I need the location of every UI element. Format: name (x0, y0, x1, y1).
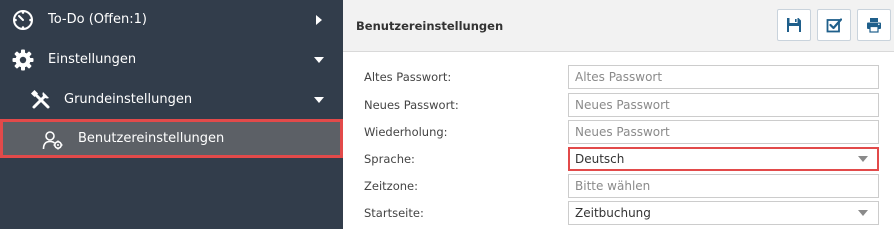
sidebar-item-settings[interactable]: Einstellungen (0, 40, 343, 80)
save-button[interactable] (777, 9, 811, 41)
sidebar-item-grundeinstellungen[interactable]: Grundeinstellungen (0, 80, 343, 120)
timezone-label: Zeitzone: (364, 179, 418, 193)
repeat-password-input[interactable] (568, 120, 879, 144)
confirm-button[interactable] (817, 9, 851, 41)
sidebar-item-label: Einstellungen (48, 52, 137, 67)
sidebar-item-label: Benutzereinstellungen (78, 131, 225, 146)
form-row-start-page: Startseite: Zeitbuchung (343, 199, 894, 227)
form-row-new-password: Neues Passwort: (343, 91, 894, 119)
checkbox-icon (826, 18, 842, 33)
sidebar: To-Do (Offen:1) Einstellungen Grundeinst… (0, 0, 343, 229)
caret-down-icon (314, 57, 324, 63)
panel-header: Benutzereinstellungen (343, 0, 894, 52)
language-label: Sprache: (364, 152, 415, 166)
sidebar-item-benutzereinstellungen[interactable]: Benutzereinstellungen (0, 119, 343, 158)
start-page-select[interactable]: Zeitbuchung (568, 201, 879, 225)
sidebar-item-label: To-Do (Offen:1) (48, 12, 147, 27)
new-password-label: Neues Passwort: (364, 98, 459, 112)
timezone-input[interactable] (568, 174, 879, 198)
chevron-down-icon (858, 156, 868, 162)
save-icon (787, 18, 801, 32)
caret-right-icon (316, 15, 322, 25)
sidebar-item-label: Grundeinstellungen (64, 92, 193, 107)
sidebar-item-todo[interactable]: To-Do (Offen:1) (0, 0, 343, 40)
user-settings-icon (42, 131, 63, 150)
new-password-input[interactable] (568, 93, 879, 117)
gear-icon (12, 49, 34, 71)
old-password-label: Altes Passwort: (364, 70, 452, 84)
print-icon (867, 18, 881, 33)
form-row-timezone: Zeitzone: (343, 172, 894, 200)
start-page-label: Startseite: (364, 206, 424, 220)
form-row-repeat-password: Wiederholung: (343, 118, 894, 146)
language-value: Deutsch (575, 152, 625, 166)
form-row-language: Sprache: Deutsch (343, 145, 894, 173)
repeat-password-label: Wiederholung: (364, 125, 448, 139)
language-select[interactable]: Deutsch (568, 147, 879, 171)
tools-icon (30, 89, 50, 109)
print-button[interactable] (857, 9, 891, 41)
page-title: Benutzereinstellungen (356, 19, 504, 33)
chevron-down-icon (858, 210, 868, 216)
caret-down-icon (314, 97, 324, 103)
clock-icon (13, 10, 33, 30)
form-row-old-password: Altes Passwort: (343, 63, 894, 91)
start-page-value: Zeitbuchung (575, 206, 651, 220)
main-panel: Benutzereinstellungen Altes Passwort: Al… (343, 0, 894, 229)
old-password-input[interactable] (568, 65, 879, 89)
